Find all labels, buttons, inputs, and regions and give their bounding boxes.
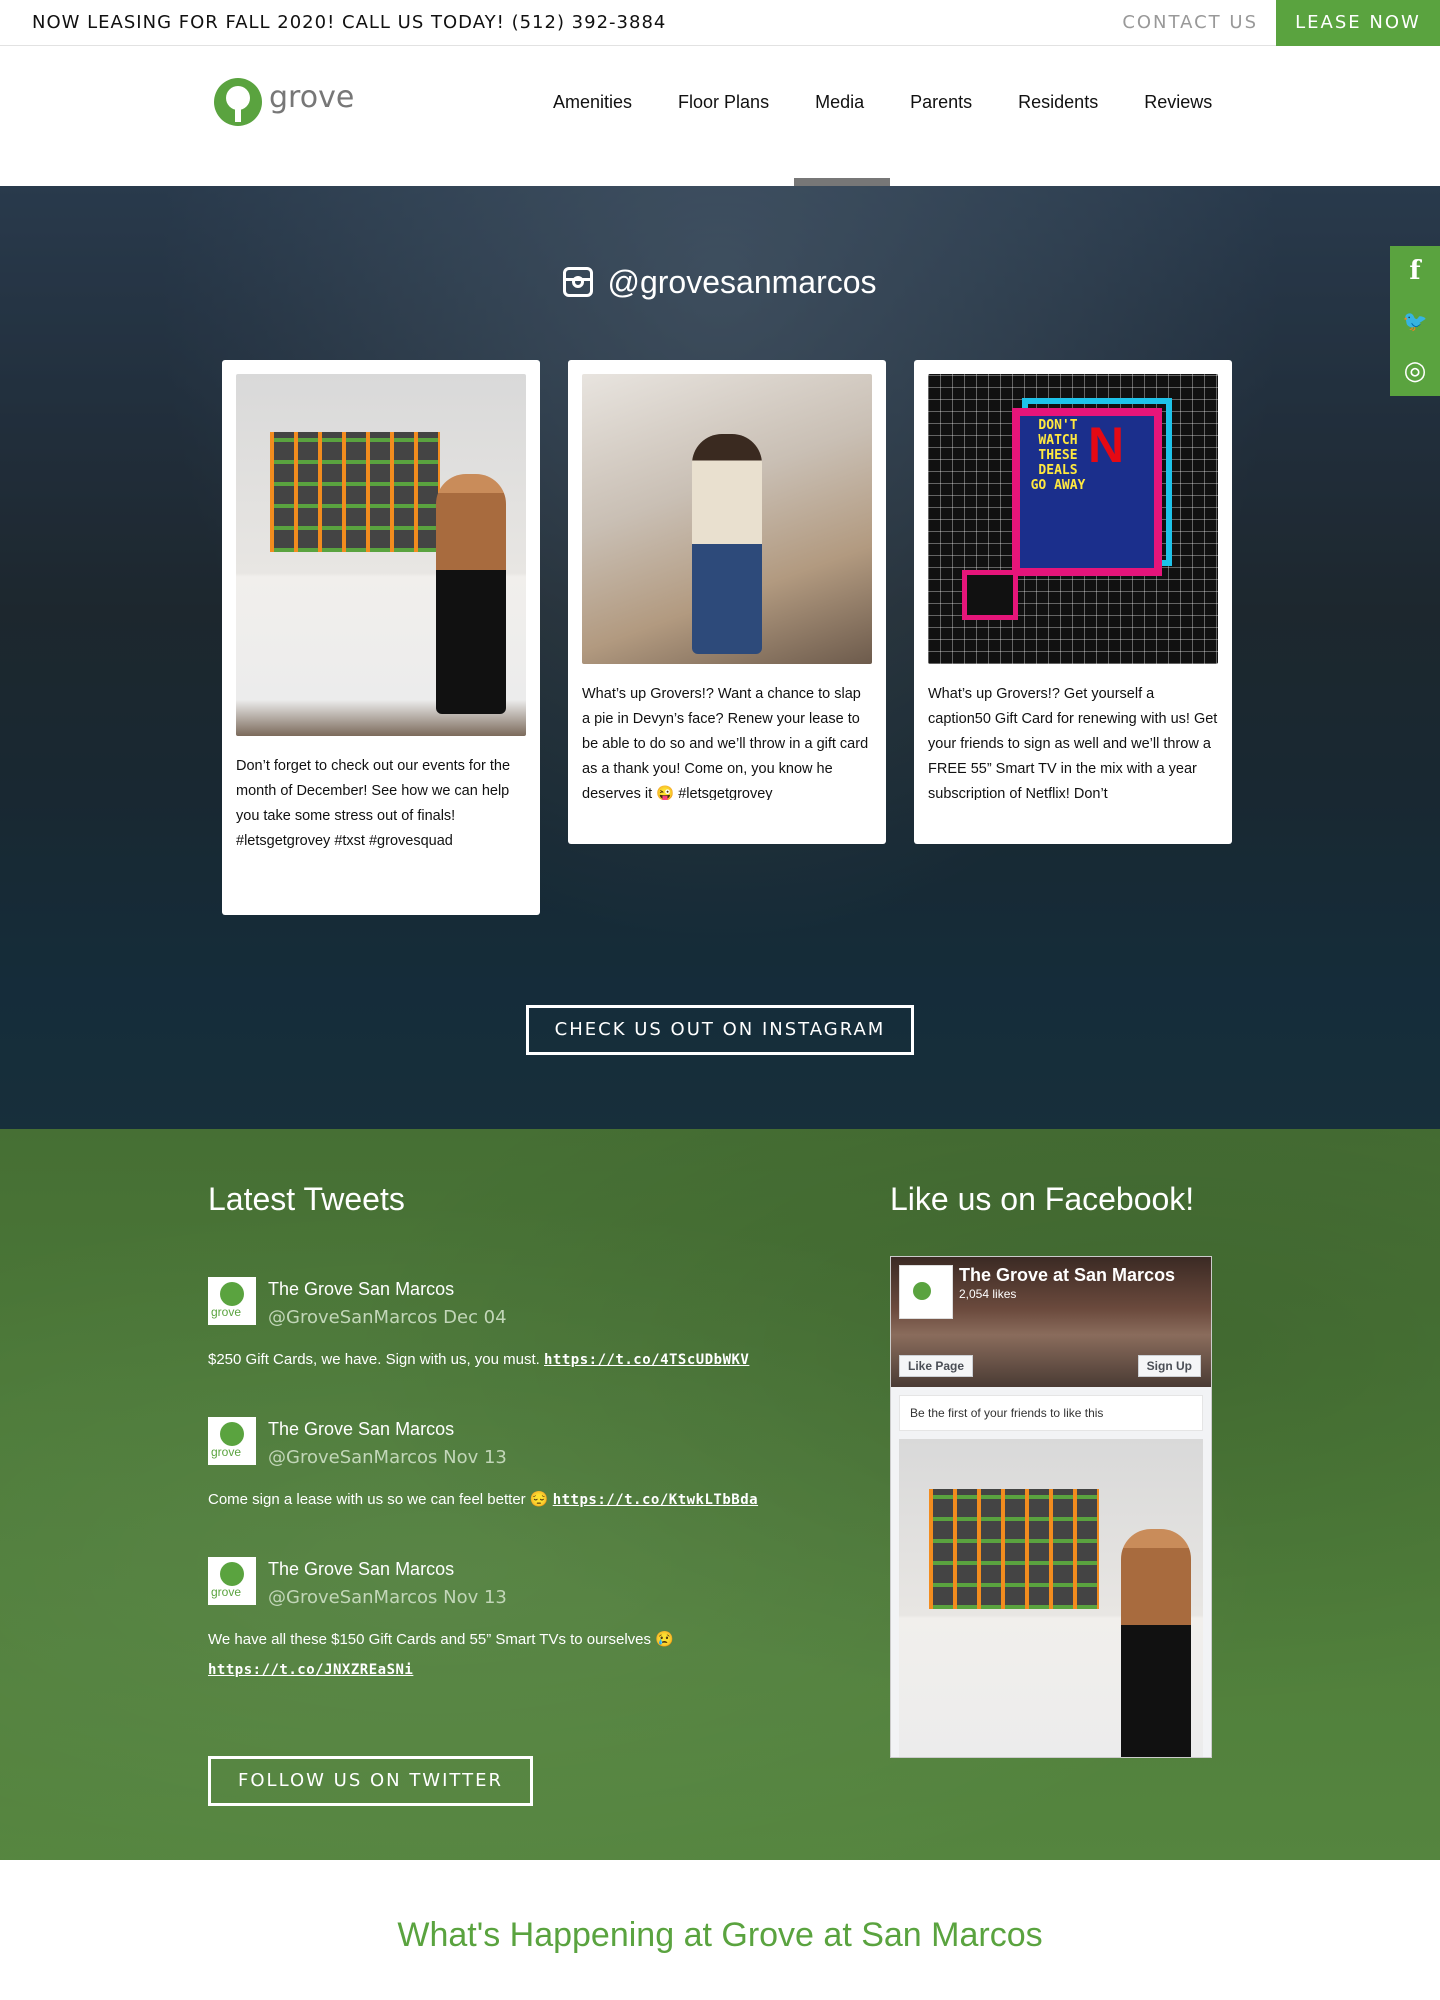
post-caption: What’s up Grovers!? Get yourself a capti…	[928, 686, 1218, 800]
instagram-post[interactable]: Don’t forget to check out our events for…	[222, 360, 540, 915]
tweet-handle-date: @GroveSanMarcos Dec 04	[268, 1307, 507, 1328]
tweet-author[interactable]: The Grove San Marcos	[268, 1279, 454, 1300]
facebook-widget: The Grove at San Marcos 2,054 likes Like…	[890, 1256, 1212, 1758]
tweet-text: We have all these $150 Gift Cards and 55…	[208, 1625, 798, 1685]
latest-tweets-title: Latest Tweets	[208, 1181, 405, 1217]
graphic-text: DON'T WATCH THESE DEALS GO AWAY	[1030, 418, 1086, 493]
facebook-title: Like us on Facebook!	[890, 1181, 1195, 1217]
nav-item-media[interactable]: Media	[815, 86, 864, 118]
facebook-friends-text: Be the first of your friends to like thi…	[899, 1395, 1203, 1431]
tweet-link[interactable]: https://t.co/4TScUDbWKV	[544, 1352, 749, 1368]
nav-item-amenities[interactable]: Amenities	[553, 86, 632, 118]
grove-logo-text: grove	[269, 80, 355, 115]
nav-item-residents[interactable]: Residents	[1018, 86, 1098, 118]
facebook-likes-count: 2,054 likes	[959, 1287, 1017, 1301]
tweet-handle-date: @GroveSanMarcos Nov 13	[268, 1447, 507, 1468]
tweet-body: Come sign a lease with us so we can feel…	[208, 1491, 553, 1508]
post-caption: What’s up Grovers!? Want a chance to sla…	[582, 686, 869, 800]
netflix-logo: N	[1088, 417, 1125, 473]
tweet-author[interactable]: The Grove San Marcos	[268, 1559, 454, 1580]
top-announcement-bar: NOW LEASING FOR FALL 2020! CALL US TODAY…	[0, 0, 1440, 46]
events-board-image	[929, 1489, 1099, 1609]
tweet-text: Come sign a lease with us so we can feel…	[208, 1485, 798, 1515]
instagram-post[interactable]: DON'T WATCH THESE DEALS GO AWAY N What’s…	[914, 360, 1232, 844]
instagram-handle-text: @grovesanmarcos	[607, 264, 877, 300]
post-photo	[582, 374, 872, 664]
tweet-body: We have all these $150 Gift Cards and 55…	[208, 1631, 674, 1648]
facebook-post-photo[interactable]	[899, 1439, 1203, 1757]
person-image	[692, 434, 762, 654]
nav-item-reviews[interactable]: Reviews	[1144, 86, 1212, 118]
avatar[interactable]	[208, 1557, 256, 1605]
main-nav: Amenities Floor Plans Media Parents Resi…	[530, 86, 1235, 118]
tweet-text: $250 Gift Cards, we have. Sign with us, …	[208, 1345, 798, 1375]
instagram-icon	[563, 267, 594, 297]
lease-now-button[interactable]: LEASE NOW	[1276, 0, 1440, 46]
instagram-handle[interactable]: @grovesanmarcos	[0, 264, 1440, 301]
leasing-announcement: NOW LEASING FOR FALL 2020! CALL US TODAY…	[32, 12, 667, 33]
tweet-body: $250 Gift Cards, we have. Sign with us, …	[208, 1351, 544, 1368]
social-sidebar: f 🐦 ◎	[1390, 246, 1440, 396]
events-board-image	[270, 432, 440, 552]
active-nav-indicator	[794, 178, 890, 186]
instagram-post[interactable]: What’s up Grovers!? Want a chance to sla…	[568, 360, 886, 844]
tweet-author[interactable]: The Grove San Marcos	[268, 1419, 454, 1440]
nav-item-floor-plans[interactable]: Floor Plans	[678, 86, 769, 118]
facebook-page-name[interactable]: The Grove at San Marcos	[959, 1265, 1175, 1286]
nav-item-parents[interactable]: Parents	[910, 86, 972, 118]
contact-us-link[interactable]: CONTACT US	[1122, 0, 1258, 45]
grove-logo-icon	[214, 78, 262, 126]
facebook-page-logo[interactable]	[899, 1265, 953, 1319]
follow-twitter-button[interactable]: FOLLOW US ON TWITTER	[208, 1756, 533, 1806]
instagram-button[interactable]: CHECK US OUT ON INSTAGRAM	[526, 1005, 914, 1055]
avatar[interactable]	[208, 1417, 256, 1465]
sign-up-button[interactable]: Sign Up	[1137, 1355, 1201, 1377]
tv-icon	[962, 570, 1018, 620]
grove-logo[interactable]: grove	[214, 76, 354, 130]
twitter-icon[interactable]: 🐦	[1390, 296, 1440, 346]
tweet-link[interactable]: https://t.co/JNXZREaSNi	[208, 1662, 413, 1678]
instagram-icon[interactable]: ◎	[1390, 346, 1440, 396]
person-image	[1121, 1529, 1191, 1757]
tweet-handle-date: @GroveSanMarcos Nov 13	[268, 1587, 507, 1608]
whats-happening-title: What's Happening at Grove at San Marcos	[397, 1916, 1043, 1954]
person-image	[436, 474, 506, 714]
post-photo	[236, 374, 526, 736]
site-header: grove Amenities Floor Plans Media Parent…	[0, 46, 1440, 186]
post-caption: Don’t forget to check out our events for…	[236, 758, 511, 849]
post-photo: DON'T WATCH THESE DEALS GO AWAY N	[928, 374, 1218, 664]
tweet-link[interactable]: https://t.co/KtwkLTbBda	[553, 1492, 758, 1508]
instagram-section: @grovesanmarcos Don’t forget to check ou…	[0, 186, 1440, 1129]
facebook-icon[interactable]: f	[1390, 246, 1440, 296]
like-page-button[interactable]: Like Page	[899, 1355, 974, 1377]
avatar[interactable]	[208, 1277, 256, 1325]
social-feeds-section: Latest Tweets Like us on Facebook! The G…	[0, 1129, 1440, 1860]
